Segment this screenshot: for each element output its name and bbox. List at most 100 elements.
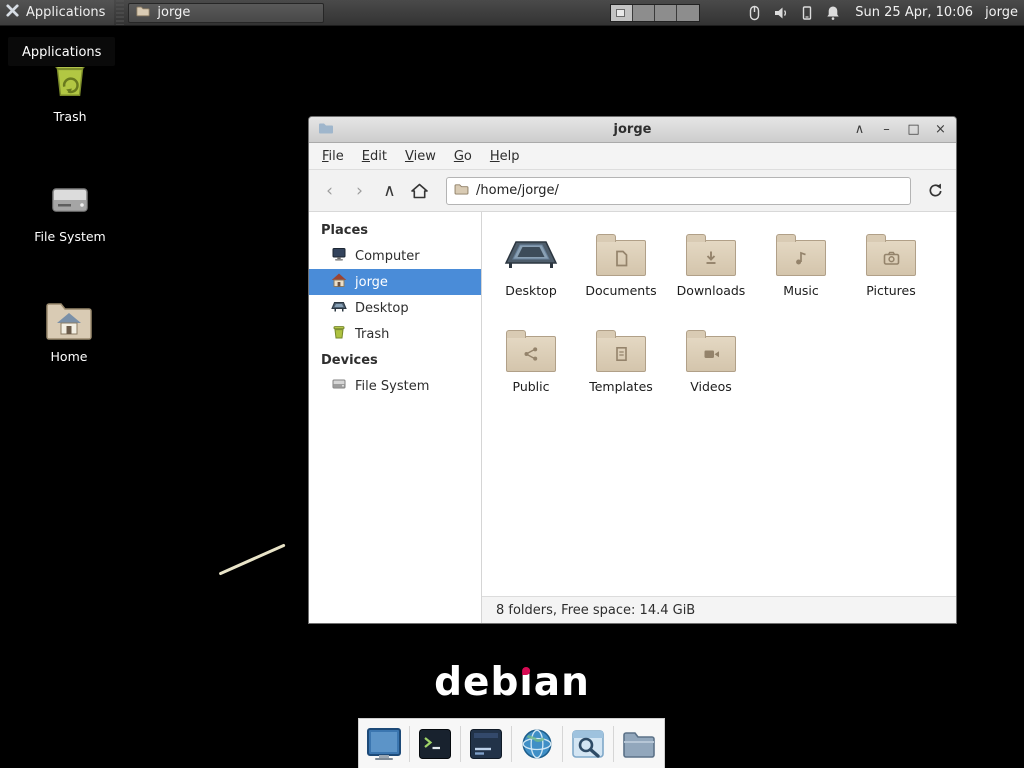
debian-wallpaper-logo: debıan [434, 660, 590, 705]
bottom-dock [358, 718, 665, 768]
workspace-window-preview [616, 9, 625, 17]
app-finder-icon[interactable] [569, 725, 607, 763]
file-manager-icon[interactable] [620, 725, 658, 763]
dock-separator [511, 726, 512, 762]
computer-icon [331, 246, 347, 266]
taskbar-window-label: jorge [157, 5, 190, 20]
workspace-3[interactable] [655, 5, 677, 21]
mouse-cursor-artifact [219, 543, 286, 575]
file-item-label: Documents [585, 283, 656, 298]
desktop-icon-label: File System [34, 229, 106, 244]
maximize-button[interactable]: □ [907, 117, 920, 143]
back-button[interactable]: ‹ [316, 177, 343, 204]
panel-username: jorge [985, 5, 1018, 20]
toolbar: ‹ › ∧ /home/jorge/ [309, 170, 956, 212]
file-item-label: Desktop [505, 283, 557, 298]
home-button[interactable] [406, 177, 433, 204]
folder-publicshare-icon [506, 336, 556, 372]
menu-edit[interactable]: Edit [353, 145, 396, 168]
location-bar[interactable]: /home/jorge/ [446, 177, 911, 205]
menu-view[interactable]: View [396, 145, 445, 168]
user-home-icon [331, 272, 347, 292]
home-folder-icon [44, 292, 94, 342]
file-item-public[interactable]: Public [486, 318, 576, 414]
file-item-downloads[interactable]: Downloads [666, 222, 756, 318]
sidebar-item-trash[interactable]: Trash [309, 321, 481, 347]
logo-text: an [534, 660, 590, 705]
menu-help[interactable]: Help [481, 145, 529, 168]
file-item-music[interactable]: Music [756, 222, 846, 318]
taskbar-window-button[interactable]: jorge [128, 3, 324, 23]
applications-menu-button[interactable]: Applications [0, 0, 114, 25]
file-icon-view: Desktop Documents [482, 212, 956, 596]
sidebar-item-label: Desktop [355, 301, 409, 316]
logo-text: deb [434, 660, 519, 705]
file-item-documents[interactable]: Documents [576, 222, 666, 318]
volume-icon[interactable] [773, 5, 789, 21]
panel-clock[interactable]: Sun 25 Apr, 10:06 [855, 5, 973, 20]
mouse-icon[interactable] [746, 5, 762, 21]
desktop-icon-label: Home [51, 349, 88, 364]
panel-separator [116, 0, 124, 25]
sidebar-places-header: Places [309, 217, 481, 243]
menu-file[interactable]: File [313, 145, 353, 168]
window-controls: ∧ – □ × [853, 117, 947, 143]
applications-menu-label: Applications [26, 5, 105, 20]
sidebar-item-label: jorge [355, 275, 388, 290]
folder-icon [454, 183, 469, 199]
workspace-switcher [610, 4, 700, 22]
workspace-1[interactable] [611, 5, 633, 21]
statusbar: 8 folders, Free space: 14.4 GiB [482, 596, 956, 623]
xorg-x-icon [5, 3, 20, 22]
sidebar-item-jorge[interactable]: jorge [309, 269, 481, 295]
dock-separator [409, 726, 410, 762]
sidebar-item-file-system[interactable]: File System [309, 373, 481, 399]
menu-go[interactable]: Go [445, 145, 481, 168]
sidebar-item-label: Trash [355, 327, 389, 342]
sidebar-item-desktop[interactable]: Desktop [309, 295, 481, 321]
file-item-desktop[interactable]: Desktop [486, 222, 576, 318]
folder-videos-icon [686, 336, 736, 372]
minimize-button[interactable]: – [880, 117, 893, 143]
dock-separator [460, 726, 461, 762]
file-item-pictures[interactable]: Pictures [846, 222, 936, 318]
system-tray [746, 5, 841, 21]
file-item-label: Downloads [677, 283, 746, 298]
shade-button[interactable]: ∧ [853, 117, 866, 143]
sidebar: Places Computer jorge Desktop [309, 212, 482, 623]
workspace-4[interactable] [677, 5, 699, 21]
menubar: File Edit View Go Help [309, 143, 956, 170]
desktop-icon-home[interactable]: Home [19, 292, 119, 364]
web-browser-icon[interactable] [518, 725, 556, 763]
logo-i: ı [519, 660, 533, 705]
indicator-icon[interactable] [800, 5, 814, 21]
applications-tooltip: Applications [7, 36, 116, 67]
terminal-icon[interactable] [416, 725, 454, 763]
dock-separator [613, 726, 614, 762]
drive-icon [331, 376, 347, 396]
folder-pictures-icon [866, 240, 916, 276]
file-item-label: Public [513, 379, 550, 394]
desktop-icon-file-system[interactable]: File System [20, 172, 120, 244]
folder-download-icon [686, 240, 736, 276]
dock-separator [562, 726, 563, 762]
file-item-templates[interactable]: Templates [576, 318, 666, 414]
folder-documents-icon [596, 240, 646, 276]
sidebar-devices-header: Devices [309, 347, 481, 373]
workspace-2[interactable] [633, 5, 655, 21]
settings-terminal-icon[interactable] [467, 725, 505, 763]
bell-icon[interactable] [825, 5, 841, 21]
close-button[interactable]: × [934, 117, 947, 143]
folder-templates-icon [596, 336, 646, 372]
reload-button[interactable] [922, 177, 949, 204]
window-titlebar[interactable]: jorge ∧ – □ × [309, 117, 956, 143]
desktop-icon-label: Trash [53, 109, 86, 124]
sidebar-item-computer[interactable]: Computer [309, 243, 481, 269]
up-button[interactable]: ∧ [376, 177, 403, 204]
file-item-videos[interactable]: Videos [666, 318, 756, 414]
trash-icon [331, 324, 347, 344]
show-desktop-icon[interactable] [365, 725, 403, 763]
file-item-label: Videos [690, 379, 732, 394]
forward-button[interactable]: › [346, 177, 373, 204]
desktop-icon [331, 298, 347, 318]
